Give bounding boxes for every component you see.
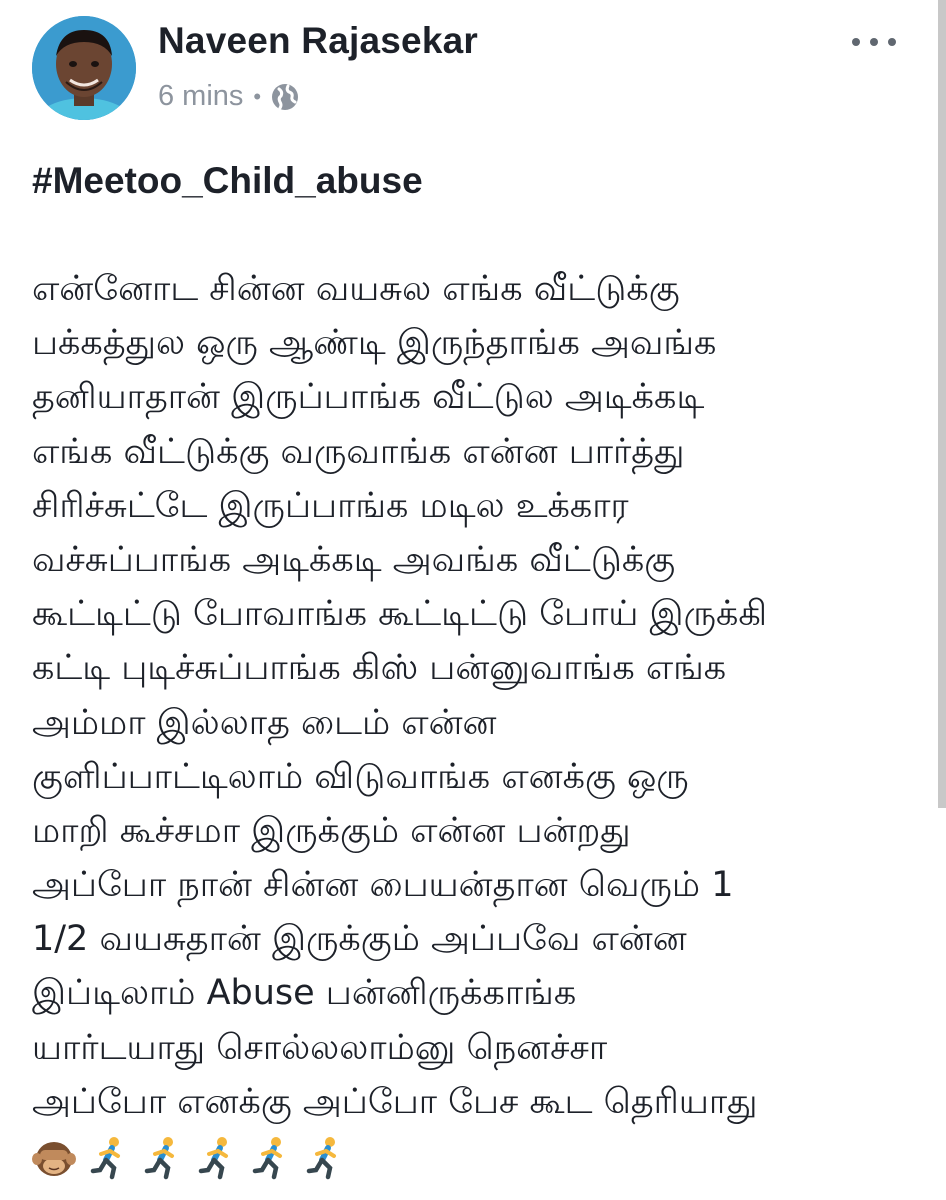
post-text-line: என்னோட சின்ன வயசுல எங்க வீட்டுக்கு: [32, 269, 680, 309]
see-no-evil-monkey-icon: [32, 1138, 76, 1178]
post-timestamp[interactable]: 6 mins: [158, 80, 243, 113]
facebook-post: Naveen Rajasekar 6 mins • #Meetoo_Child_…: [0, 0, 946, 1200]
avatar[interactable]: [32, 16, 136, 120]
running-man-icon: [306, 1136, 346, 1180]
post-text-line: கட்டி புடிச்சுப்பாங்க கிஸ் பன்னுவாங்க எங…: [32, 648, 727, 689]
post-body: என்னோட சின்ன வயசுல எங்க வீட்டுக்கு பக்கத…: [32, 262, 922, 1129]
post-text-line: அப்போ எனக்கு அப்போ பேச கூட தெரியாது: [32, 1081, 758, 1122]
post-text-line: யார்டயாது சொல்லலாம்னு நெனச்சா: [32, 1027, 608, 1068]
post-text-line: எங்க வீட்டுக்கு வருவாங்க என்ன பார்த்து: [32, 431, 685, 472]
post-text-line: 1/2 வயசுதான் இருக்கும் அப்பவே என்ன: [32, 919, 687, 960]
running-man-icon: [252, 1136, 292, 1180]
hashtag-link[interactable]: #Meetoo_Child_abuse: [32, 160, 423, 202]
running-man-icon: [144, 1136, 184, 1180]
running-man-icon: [198, 1136, 238, 1180]
post-text-line: குளிப்பாட்டிலாம் விடுவாங்க எனக்கு ஒரு: [32, 756, 689, 797]
more-options-icon[interactable]: [852, 32, 896, 52]
meta-separator: •: [253, 83, 262, 109]
post-text-line: மாறி கூச்சமா இருக்கும் என்ன பன்றது: [32, 810, 631, 851]
author-name[interactable]: Naveen Rajasekar: [158, 20, 478, 62]
post-text-line: சிரிச்சுட்டே இருப்பாங்க மடில உக்கார: [32, 485, 629, 526]
running-man-icon: [90, 1136, 130, 1180]
scrollbar[interactable]: [938, 0, 946, 808]
post-text-line: அம்மா இல்லாத டைம் என்ன: [32, 702, 497, 743]
emoji-row: [32, 1136, 346, 1180]
post-text-line: தனியாதான் இருப்பாங்க வீட்டுல அடிக்கடி: [32, 377, 705, 418]
post-text-line: பக்கத்துல ஒரு ஆண்டி இருந்தாங்க அவங்க: [32, 323, 717, 364]
post-text-line: அப்போ நான் சின்ன பையன்தான வெரும் 1: [32, 865, 734, 906]
post-text-line: கூட்டிட்டு போவாங்க கூட்டிட்டு போய் இருக்…: [32, 594, 768, 635]
post-text-line: இப்டிலாம் Abuse பன்னிருக்காங்க: [32, 973, 577, 1014]
post-meta: 6 mins •: [158, 80, 299, 113]
post-text-line: வச்சுப்பாங்க அடிக்கடி அவங்க வீட்டுக்கு: [32, 539, 676, 580]
globe-icon: [271, 83, 299, 111]
